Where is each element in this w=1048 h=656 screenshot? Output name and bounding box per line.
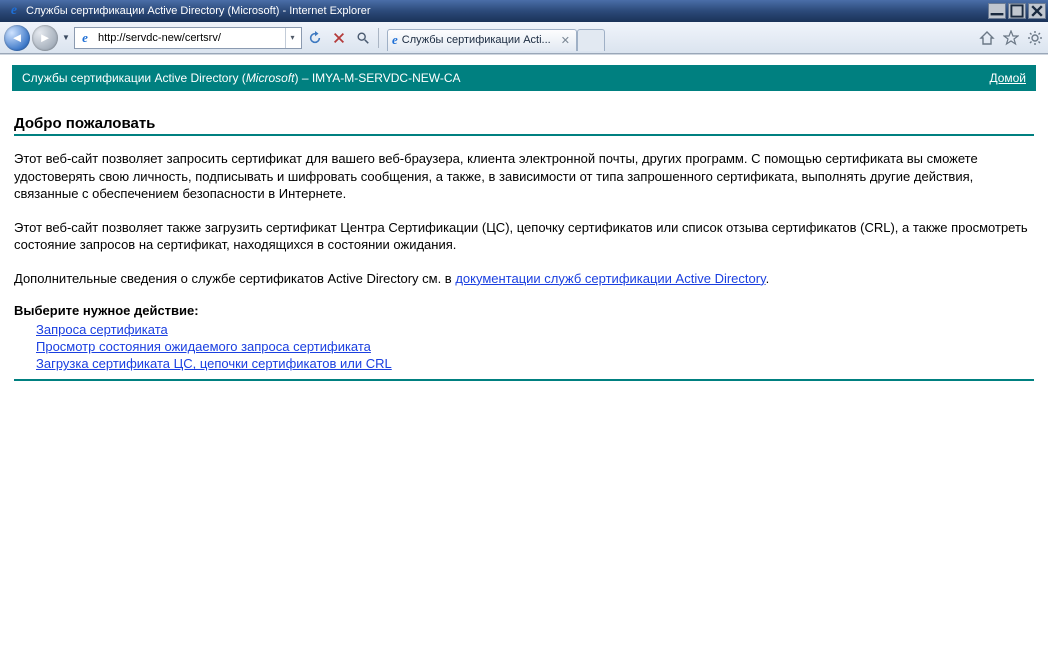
ca-body: Добро пожаловать Этот веб-сайт позволяет…	[12, 91, 1036, 381]
ca-header-title: Службы сертификации Active Directory (Mi…	[22, 71, 989, 85]
intro-paragraph-1: Этот веб-сайт позволяет запросить сертиф…	[14, 150, 1034, 203]
action-view-pending[interactable]: Просмотр состояния ожидаемого запроса се…	[36, 339, 371, 354]
intro-paragraph-3: Дополнительные сведения о службе сертифи…	[14, 270, 1034, 288]
ie-icon: e	[6, 3, 22, 19]
address-bar[interactable]: e ▾	[74, 27, 302, 49]
address-input[interactable]	[96, 31, 285, 45]
back-button[interactable]: ◄	[4, 25, 30, 51]
para3-prefix: Дополнительные сведения о службе сертифи…	[14, 271, 455, 286]
search-button[interactable]	[352, 27, 374, 49]
arrow-right-icon: ►	[39, 31, 52, 44]
tab-close-icon[interactable]: ✕	[561, 34, 570, 47]
window-controls	[988, 3, 1046, 19]
home-button[interactable]	[978, 29, 996, 47]
nav-history-dropdown[interactable]: ▼	[60, 33, 72, 42]
action-list: Запроса сертификата Просмотр состояния о…	[14, 322, 1034, 371]
ca-header-bar: Службы сертификации Active Directory (Mi…	[12, 65, 1036, 91]
toolbar-separator	[378, 28, 379, 48]
page-title: Добро пожаловать	[14, 115, 1034, 132]
action-request-certificate[interactable]: Запроса сертификата	[36, 322, 168, 337]
tab-strip: e Службы сертификации Acti... ✕	[387, 25, 605, 51]
stop-button[interactable]	[328, 27, 350, 49]
maximize-button[interactable]	[1008, 3, 1026, 19]
intro-paragraph-2: Этот веб-сайт позволяет также загрузить …	[14, 219, 1034, 254]
close-button[interactable]	[1028, 3, 1046, 19]
forward-button[interactable]: ►	[32, 25, 58, 51]
para3-suffix: .	[766, 271, 770, 286]
new-tab-button[interactable]	[577, 29, 605, 51]
ie-favicon-icon: e	[392, 32, 398, 48]
browser-toolbar: ◄ ► ▼ e ▾ e Службы сертификации Acti... …	[0, 22, 1048, 54]
tools-button[interactable]	[1026, 29, 1044, 47]
home-link[interactable]: Домой	[989, 71, 1026, 85]
ca-header-prefix: Службы сертификации Active Directory (	[22, 71, 246, 85]
ie-favicon-icon: e	[77, 30, 93, 46]
divider	[14, 134, 1034, 136]
window-titlebar: e Службы сертификации Active Directory (…	[0, 0, 1048, 22]
tab-title: Службы сертификации Acti...	[402, 34, 551, 46]
divider	[14, 379, 1034, 381]
action-download-ca[interactable]: Загрузка сертификата ЦС, цепочки сертифи…	[36, 356, 392, 371]
favorites-button[interactable]	[1002, 29, 1020, 47]
window-title: Службы сертификации Active Directory (Mi…	[26, 5, 988, 17]
toolbar-right	[978, 29, 1044, 47]
ca-header-suffix: ) – IMYA-M-SERVDC-NEW-CA	[295, 71, 461, 85]
action-heading: Выберите нужное действие:	[14, 303, 1034, 318]
docs-link[interactable]: документации служб сертификации Active D…	[455, 271, 765, 286]
arrow-left-icon: ◄	[11, 31, 24, 44]
tab-active[interactable]: e Службы сертификации Acti... ✕	[387, 29, 577, 51]
ca-header-company: Microsoft	[246, 71, 295, 85]
minimize-button[interactable]	[988, 3, 1006, 19]
address-dropdown[interactable]: ▾	[285, 28, 299, 48]
page-viewport: Службы сертификации Active Directory (Mi…	[0, 54, 1048, 656]
refresh-button[interactable]	[304, 27, 326, 49]
